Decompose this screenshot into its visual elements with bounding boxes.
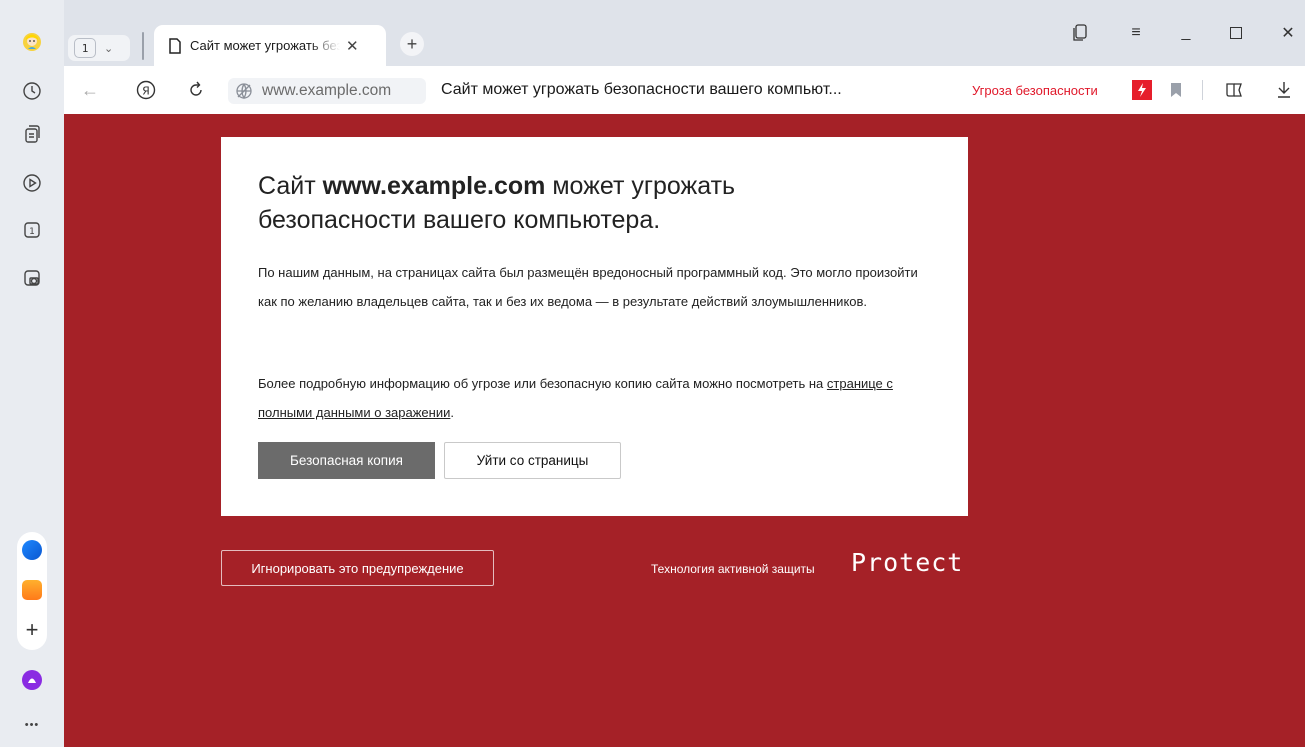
tab-bar: 1 ⌄ Сайт может угрожать безопасности ваш… <box>64 0 1305 66</box>
paragraph2-text: Более подробную информацию об угрозе или… <box>258 376 827 391</box>
bookmark-icon[interactable] <box>1164 78 1188 102</box>
browser-sidebar: 1 + ••• <box>0 0 64 747</box>
reload-icon[interactable] <box>184 78 208 102</box>
back-icon[interactable]: ← <box>78 78 102 102</box>
reader-mode-icon[interactable] <box>1222 78 1246 102</box>
headline-rest: может угрожать <box>545 172 736 200</box>
active-tab[interactable]: Сайт может угрожать безопасности вашего … <box>154 25 386 66</box>
minimize-icon[interactable]: _ <box>1174 22 1198 44</box>
add-app-icon[interactable]: + <box>20 617 44 642</box>
mail-app-icon[interactable] <box>22 580 42 600</box>
headline-prefix: Сайт <box>258 172 323 200</box>
tab-title: Сайт может угрожать безопасности вашего … <box>190 38 340 53</box>
warning-paragraph-1: По нашим данным, на страницах сайта был … <box>258 265 918 309</box>
ignore-warning-button[interactable]: Игнорировать это предупреждение <box>221 550 494 586</box>
warning-card: Сайт www.example.com может угрожать безоп… <box>221 137 968 516</box>
tab-count: 1 <box>74 38 96 58</box>
yandex-browser-app-icon[interactable] <box>22 540 42 560</box>
headline-line2: безопасности вашего компьютера. <box>258 206 661 234</box>
leave-page-button[interactable]: Уйти со страницы <box>444 442 621 479</box>
close-tab-icon[interactable]: ✕ <box>346 37 359 55</box>
svg-text:Я: Я <box>142 85 150 98</box>
threat-warning-page: Сайт www.example.com может угрожать безоп… <box>64 114 1305 747</box>
screenshot-icon[interactable] <box>20 266 44 290</box>
url-field[interactable]: www.example.com <box>228 78 426 104</box>
security-threat-label[interactable]: Угроза безопасности <box>972 83 1098 98</box>
page-icon <box>168 37 182 54</box>
chevron-down-icon: ⌄ <box>104 42 114 55</box>
paragraph2-suffix: . <box>450 405 454 420</box>
address-bar: ← Я www.example.com Сайт может угрожать … <box>64 66 1305 114</box>
technology-label: Технология активной защиты <box>651 562 815 576</box>
yandex-logo-icon[interactable]: Я <box>134 78 158 102</box>
svg-text:1: 1 <box>29 227 35 237</box>
close-icon[interactable]: ✕ <box>1276 22 1300 44</box>
video-icon[interactable] <box>20 171 44 195</box>
history-icon[interactable] <box>20 79 44 103</box>
sidebar-apps: + <box>17 532 47 650</box>
avatar[interactable] <box>20 30 44 54</box>
tab-separator <box>142 32 144 60</box>
alice-icon[interactable] <box>20 668 44 692</box>
collections-icon[interactable] <box>20 122 44 146</box>
headline-host: www.example.com <box>322 172 546 200</box>
tabs-icon[interactable]: 1 <box>20 218 44 242</box>
maximize-icon[interactable] <box>1224 22 1248 44</box>
tab-counter-button[interactable]: 1 ⌄ <box>68 35 130 61</box>
new-tab-button[interactable]: + <box>400 32 424 56</box>
bookmarks-panel-icon[interactable] <box>1068 22 1092 44</box>
url-host: www.example.com <box>262 82 392 99</box>
addressbar-separator <box>1202 80 1203 100</box>
warning-paragraph-2: Более подробную информацию об угрозе или… <box>258 369 938 427</box>
security-globe-icon[interactable] <box>235 82 253 105</box>
safe-copy-button[interactable]: Безопасная копия <box>258 442 435 479</box>
addressbar-page-title: Сайт может угрожать безопасности вашего … <box>441 81 842 98</box>
protect-threat-icon[interactable] <box>1132 80 1152 100</box>
download-icon[interactable] <box>1272 78 1296 102</box>
protect-logo: Protect <box>851 548 964 577</box>
menu-icon[interactable]: ≡ <box>1124 22 1148 44</box>
more-icon[interactable]: ••• <box>20 713 44 737</box>
page-title: Сайт www.example.com может угрожать безоп… <box>258 169 878 237</box>
